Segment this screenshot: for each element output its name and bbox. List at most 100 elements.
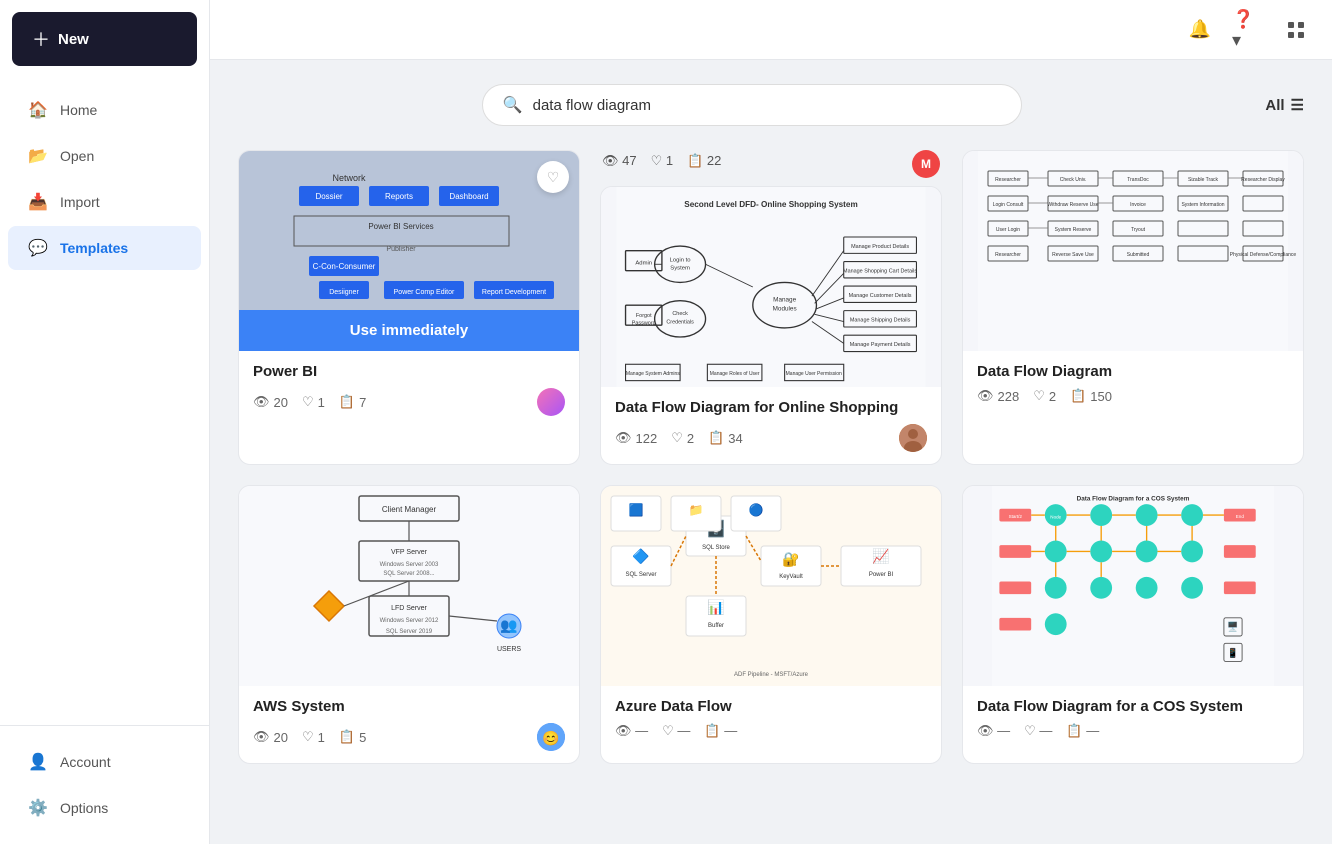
likes-stat: ♡ 2 xyxy=(671,430,694,446)
svg-text:Password: Password xyxy=(632,320,656,326)
copies-stat: 📋 5 xyxy=(339,729,366,745)
open-icon: 📂 xyxy=(28,146,48,166)
card-avatar-aws: 😊 xyxy=(537,723,565,751)
svg-text:Windows Server 2003: Windows Server 2003 xyxy=(380,562,439,568)
svg-text:🟦: 🟦 xyxy=(629,503,644,517)
account-icon: 👤 xyxy=(28,752,48,772)
svg-text:KeyVault: KeyVault xyxy=(779,574,803,580)
card-thumbnail-cos: Data Flow Diagram for a COS System Start… xyxy=(963,486,1303,686)
new-label: New xyxy=(58,31,89,48)
svg-text:C-Con-Consumer: C-Con-Consumer xyxy=(313,262,376,271)
svg-text:SQL Server 2019: SQL Server 2019 xyxy=(386,629,433,635)
sidebar-label-open: Open xyxy=(60,148,94,164)
card-stats-dataflow: 👁 228 ♡ 2 📋 150 xyxy=(977,388,1289,404)
search-container: 🔍 All ☰ xyxy=(238,84,1304,126)
templates-grid: Network Dossier Reports Dashboard Power … xyxy=(238,150,1304,764)
sidebar-label-import: Import xyxy=(60,194,100,210)
sidebar-item-options[interactable]: ⚙️ Options xyxy=(8,786,201,830)
card-title-aws: AWS System xyxy=(253,698,565,715)
svg-text:Sizable Track: Sizable Track xyxy=(1188,177,1219,183)
plus-icon: ＋ xyxy=(32,26,50,52)
help-button[interactable]: ❓ ▾ xyxy=(1232,14,1264,46)
main-content: 🔔 ❓ ▾ 🔍 All ☰ xyxy=(210,0,1332,844)
svg-text:😊: 😊 xyxy=(542,730,559,746)
top-avatar: M xyxy=(912,150,940,178)
sidebar-item-templates[interactable]: 💬 Templates xyxy=(8,226,201,270)
svg-text:Invoice: Invoice xyxy=(1130,202,1146,208)
likes-stat: ♡ — xyxy=(1024,723,1052,739)
svg-text:Withdraw Reserve Use: Withdraw Reserve Use xyxy=(1047,202,1098,208)
card-thumbnail-power-bi: Network Dossier Reports Dashboard Power … xyxy=(239,151,579,351)
svg-text:Reports: Reports xyxy=(385,192,413,201)
top-stats: 👁 47 ♡ 1 📋 22 xyxy=(602,153,721,169)
svg-text:ADF Pipeline - MSFT/Azure: ADF Pipeline - MSFT/Azure xyxy=(734,672,809,678)
card-body-dataflow: Data Flow Diagram 👁 228 ♡ 2 📋 150 xyxy=(963,351,1303,416)
sidebar-item-open[interactable]: 📂 Open xyxy=(8,134,201,178)
views-stat: 👁 122 xyxy=(615,430,657,446)
sidebar-label-templates: Templates xyxy=(60,240,128,256)
svg-text:Desiigner: Desiigner xyxy=(329,289,359,296)
svg-text:Credentials: Credentials xyxy=(666,319,694,325)
card-stats-aws: 👁 20 ♡ 1 📋 5 xyxy=(253,729,366,745)
card-title-azure: Azure Data Flow xyxy=(615,698,927,715)
template-card-power-bi[interactable]: Network Dossier Reports Dashboard Power … xyxy=(238,150,580,465)
svg-text:LFD Server: LFD Server xyxy=(391,605,427,612)
template-card-dfd-shopping[interactable]: Second Level DFD- Online Shopping System… xyxy=(600,186,942,465)
card-body-aws: AWS System 👁 20 ♡ 1 📋 5 😊 xyxy=(239,686,579,763)
svg-text:Node: Node xyxy=(1050,515,1061,520)
svg-text:System Reserve: System Reserve xyxy=(1055,227,1092,233)
card-stats-cos: 👁 — ♡ — 📋 — xyxy=(977,723,1289,739)
filter-button[interactable]: All ☰ xyxy=(1265,96,1304,114)
favorite-button-power-bi[interactable]: ♡ xyxy=(537,161,569,193)
svg-text:Client Manager: Client Manager xyxy=(382,505,437,514)
new-button[interactable]: ＋ New xyxy=(12,12,197,66)
card-thumbnail-data-flow: Researcher Login Consult User Login Rese… xyxy=(963,151,1303,351)
sidebar-item-import[interactable]: 📥 Import xyxy=(8,180,201,224)
templates-icon: 💬 xyxy=(28,238,48,258)
options-icon: ⚙️ xyxy=(28,798,48,818)
sidebar-item-account[interactable]: 👤 Account xyxy=(8,740,201,784)
apps-button[interactable] xyxy=(1280,14,1312,46)
sidebar-nav: 🏠 Home 📂 Open 📥 Import 💬 Templates xyxy=(0,78,209,725)
svg-text:Dashboard: Dashboard xyxy=(449,192,488,201)
card-body-power-bi: Power BI 👁 20 ♡ 1 📋 7 xyxy=(239,351,579,428)
likes-stat: ♡ 2 xyxy=(1033,388,1056,404)
notification-button[interactable]: 🔔 xyxy=(1184,14,1216,46)
card-body-cos: Data Flow Diagram for a COS System 👁 — ♡… xyxy=(963,686,1303,751)
topbar: 🔔 ❓ ▾ xyxy=(210,0,1332,60)
copies-stat: 📋 150 xyxy=(1070,388,1112,404)
svg-text:🔷: 🔷 xyxy=(632,548,649,565)
svg-text:Second Level DFD- Online Shopp: Second Level DFD- Online Shopping System xyxy=(684,200,857,209)
svg-text:Manage Shopping Cart Details: Manage Shopping Cart Details xyxy=(843,268,917,274)
svg-text:Modules: Modules xyxy=(773,306,797,313)
template-card-cos[interactable]: Data Flow Diagram for a COS System Start… xyxy=(962,485,1304,764)
svg-text:Reverse Save Use: Reverse Save Use xyxy=(1052,252,1094,258)
svg-text:Start/2: Start/2 xyxy=(1009,514,1023,519)
copies-stat: 📋 34 xyxy=(708,430,743,446)
svg-text:Researcher Display: Researcher Display xyxy=(1241,177,1285,183)
svg-text:Researcher: Researcher xyxy=(995,252,1021,258)
svg-text:User Login: User Login xyxy=(996,227,1020,233)
svg-text:Login to: Login to xyxy=(670,258,692,264)
sidebar-item-home[interactable]: 🏠 Home xyxy=(8,88,201,132)
svg-text:System Information: System Information xyxy=(1181,202,1224,208)
svg-text:Manage Product Details: Manage Product Details xyxy=(851,244,909,250)
copies-stat: 📋 7 xyxy=(339,394,366,410)
likes-stat: ♡ — xyxy=(662,723,690,739)
top-likes: ♡ 1 xyxy=(651,153,674,169)
svg-text:📱: 📱 xyxy=(1227,647,1238,658)
middle-column: 👁 47 ♡ 1 📋 22 M Second Level DFD- Online… xyxy=(600,150,942,465)
svg-text:🔵: 🔵 xyxy=(749,503,764,517)
views-stat: 👁 — xyxy=(977,723,1010,739)
svg-text:Manage Customer Details: Manage Customer Details xyxy=(849,293,912,299)
search-input[interactable] xyxy=(533,97,1001,114)
search-icon: 🔍 xyxy=(503,95,523,115)
svg-text:Check Univ.: Check Univ. xyxy=(1060,177,1087,183)
svg-text:Manage Payment Details: Manage Payment Details xyxy=(850,342,911,348)
use-immediately-overlay[interactable]: Use immediately xyxy=(239,310,579,351)
svg-text:Manage Shipping Details: Manage Shipping Details xyxy=(850,318,911,324)
template-card-aws[interactable]: Client Manager VFP Server Windows Server… xyxy=(238,485,580,764)
template-card-azure[interactable]: 🔷 SQL Server 🗄️ SQL Store 🔐 KeyVault 📊 B… xyxy=(600,485,942,764)
template-card-data-flow[interactable]: Researcher Login Consult User Login Rese… xyxy=(962,150,1304,465)
svg-text:Forgot: Forgot xyxy=(636,313,652,319)
